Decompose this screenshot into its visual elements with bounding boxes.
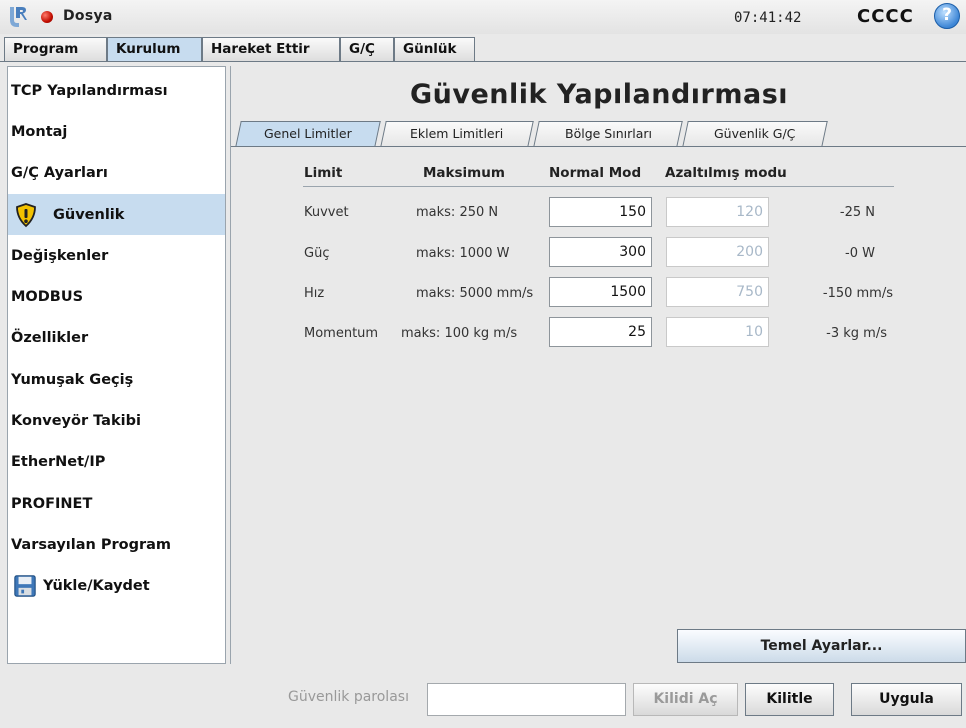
tab-label: Eklem Limitleri <box>410 126 504 141</box>
sidebar-item-label: TCP Yapılandırması <box>11 82 168 99</box>
sidebar-item-profinet[interactable]: PROFINET <box>8 483 225 524</box>
header-normal-mod: Normal Mod <box>549 165 642 181</box>
ur-logo-icon <box>10 7 27 27</box>
max-momentum: maks: 100 kg m/s <box>401 326 518 341</box>
header-maksimum: Maksimum <box>423 165 505 181</box>
tab-label: Bölge Sınırları <box>564 126 652 141</box>
row-label-momentum: Momentum <box>304 326 379 341</box>
sidebar-item-yumusak-gecis[interactable]: Yumuşak Geçiş <box>8 359 225 400</box>
sidebar-item-varsayilan-program[interactable]: Varsayılan Program <box>8 524 225 565</box>
normal-momentum-input[interactable]: 25 <box>549 317 652 347</box>
sidebar-item-label: Yumuşak Geçiş <box>11 371 134 388</box>
tab-label: Genel Limitler <box>264 126 352 141</box>
normal-guc-input[interactable]: 300 <box>549 237 652 267</box>
row-label-hiz: Hız <box>304 286 325 301</box>
max-hiz: maks: 5000 mm/s <box>416 286 534 301</box>
tab-bolge-sinirlari[interactable]: Bölge Sınırları <box>533 121 683 147</box>
sidebar: TCP Yapılandırması Montaj G/Ç Ayarları G… <box>7 66 226 664</box>
apply-button[interactable]: Uygula <box>851 683 962 716</box>
top-bar: Dosya 07:41:42 CCCC ? <box>0 0 966 34</box>
max-kuvvet: maks: 250 N <box>416 205 499 220</box>
help-icon[interactable]: ? <box>934 3 960 29</box>
sidebar-item-label: EtherNet/IP <box>11 453 106 470</box>
normal-kuvvet-input[interactable]: 150 <box>549 197 652 227</box>
sidebar-item-label: Özellikler <box>11 329 89 346</box>
sidebar-item-label: G/Ç Ayarları <box>11 164 108 181</box>
floppy-disk-icon <box>14 574 36 597</box>
reduced-guc-input: 200 <box>666 237 769 267</box>
sidebar-item-degiskenler[interactable]: Değişkenler <box>8 235 225 276</box>
sidebar-item-tcp[interactable]: TCP Yapılandırması <box>8 70 225 111</box>
tab-guvenlik-gc[interactable]: Güvenlik G/Ç <box>682 121 828 147</box>
tab-genel-limitler[interactable]: Genel Limitler <box>235 121 381 147</box>
reduced-hiz-input: 750 <box>666 277 769 307</box>
tab-gc[interactable]: G/Ç <box>340 37 394 62</box>
sidebar-item-label: MODBUS <box>11 288 84 305</box>
sidebar-item-label: Güvenlik <box>53 206 125 223</box>
tab-eklem-limitleri[interactable]: Eklem Limitleri <box>380 121 534 147</box>
row-label-kuvvet: Kuvvet <box>304 205 349 220</box>
sidebar-item-label: Yükle/Kaydet <box>43 577 150 594</box>
clock: 07:41:42 <box>734 10 802 26</box>
tab-hareket-ettir[interactable]: Hareket Ettir <box>202 37 340 62</box>
sidebar-item-label: Değişkenler <box>11 247 109 264</box>
sidebar-item-label: PROFINET <box>11 495 93 512</box>
row-label-guc: Güç <box>304 246 330 261</box>
max-guc: maks: 1000 W <box>416 246 510 261</box>
password-label: Güvenlik parolası <box>288 689 409 705</box>
sidebar-item-modbus[interactable]: MODBUS <box>8 276 225 317</box>
basic-settings-button[interactable]: Temel Ayarlar... <box>677 629 966 663</box>
reduced-momentum-input: 10 <box>666 317 769 347</box>
tab-kurulum[interactable]: Kurulum <box>107 37 202 62</box>
content-panel: Güvenlik Yapılandırması Genel Limitler E… <box>230 66 966 664</box>
robot-name: CCCC <box>857 6 914 27</box>
tab-gunluk[interactable]: Günlük <box>394 37 475 62</box>
sidebar-item-label: Konveyör Takibi <box>11 412 141 429</box>
main-tabs: Program Kurulum Hareket Ettir G/Ç Günlük <box>4 37 475 62</box>
warning-shield-icon <box>16 202 36 227</box>
file-menu[interactable]: Dosya <box>63 8 113 24</box>
normal-hiz-input[interactable]: 1500 <box>549 277 652 307</box>
sidebar-item-konveyor[interactable]: Konveyör Takibi <box>8 400 225 441</box>
delta-kuvvet: -25 N <box>839 205 875 220</box>
lock-button[interactable]: Kilitle <box>745 683 834 716</box>
unlock-button[interactable]: Kilidi Aç <box>633 683 738 716</box>
sidebar-item-ethernet-ip[interactable]: EtherNet/IP <box>8 441 225 482</box>
sidebar-item-montaj[interactable]: Montaj <box>8 111 225 152</box>
sidebar-item-guvenlik[interactable]: Güvenlik <box>8 194 225 235</box>
delta-guc: -0 W <box>845 246 875 261</box>
status-led-icon <box>41 11 53 23</box>
delta-momentum: -3 kg m/s <box>826 326 887 341</box>
table-divider <box>303 186 894 187</box>
sidebar-item-gc-ayarlari[interactable]: G/Ç Ayarları <box>8 152 225 193</box>
delta-hiz: -150 mm/s <box>822 286 893 301</box>
sidebar-item-label: Montaj <box>11 123 68 140</box>
tab-label: Güvenlik G/Ç <box>714 126 796 141</box>
sidebar-item-ozellikler[interactable]: Özellikler <box>8 317 225 358</box>
page-title: Güvenlik Yapılandırması <box>409 79 789 110</box>
header-azaltilmis-modu: Azaltılmış modu <box>665 165 787 181</box>
sidebar-item-label: Varsayılan Program <box>11 536 172 553</box>
sidebar-item-yukle-kaydet[interactable]: Yükle/Kaydet <box>8 565 225 606</box>
header-limit: Limit <box>304 165 343 181</box>
tab-program[interactable]: Program <box>4 37 107 62</box>
safety-password-input[interactable] <box>427 683 626 716</box>
reduced-kuvvet-input: 120 <box>666 197 769 227</box>
